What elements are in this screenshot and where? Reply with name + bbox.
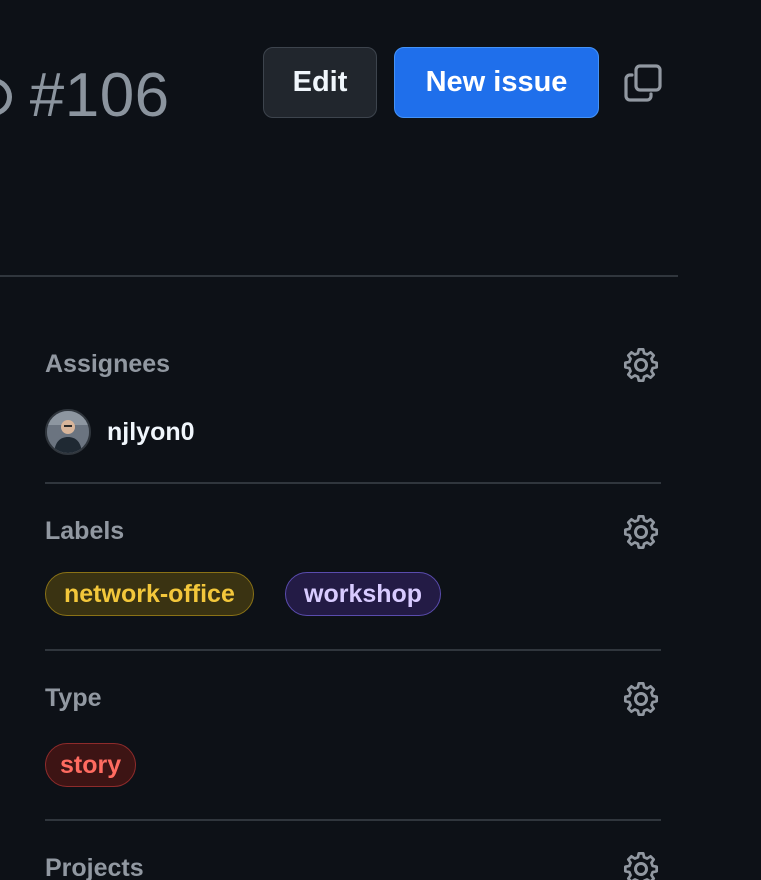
new-issue-button[interactable]: New issue [394, 47, 599, 118]
section-divider [45, 819, 661, 821]
gear-icon[interactable] [623, 851, 659, 880]
gear-icon[interactable] [623, 514, 659, 550]
labels-section: Labels [45, 514, 661, 550]
type-section: Type [45, 681, 661, 717]
gear-icon[interactable] [623, 681, 659, 717]
label-network-office[interactable]: network-office [45, 572, 254, 616]
type-badge[interactable]: story [45, 743, 137, 787]
assignees-section: Assignees [45, 347, 661, 383]
issue-number: #106 [29, 61, 170, 130]
issue-page: #106 Edit New issue Assignees njlyon0 La… [0, 0, 761, 880]
type-title: Type [45, 684, 102, 712]
projects-section: Projects [45, 851, 661, 880]
projects-title: Projects [45, 854, 144, 880]
assignee-name[interactable]: njlyon0 [107, 418, 195, 447]
title-cut-glyph [0, 60, 12, 131]
assignees-title: Assignees [45, 350, 171, 378]
avatar [45, 409, 91, 455]
issue-title: #106 [0, 60, 170, 131]
edit-button[interactable]: Edit [263, 47, 377, 118]
copy-icon[interactable] [623, 63, 663, 103]
assignee-item[interactable]: njlyon0 [45, 409, 195, 455]
labels-title: Labels [45, 517, 125, 545]
gear-icon[interactable] [623, 347, 659, 383]
section-divider [45, 482, 661, 484]
header-divider [0, 275, 678, 277]
section-divider [45, 649, 661, 651]
avatar-image [47, 411, 89, 453]
label-workshop[interactable]: workshop [285, 572, 442, 616]
